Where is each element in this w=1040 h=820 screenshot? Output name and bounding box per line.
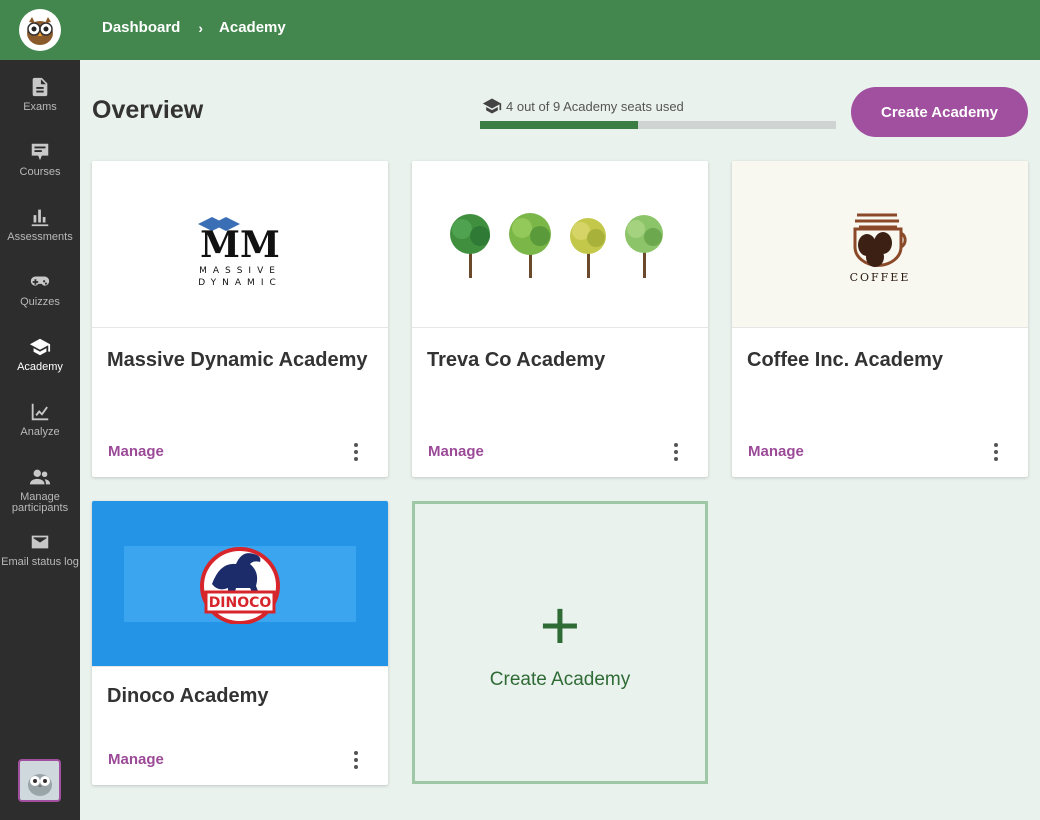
svg-text:COFFEE: COFFEE bbox=[850, 271, 911, 284]
massive-dynamic-logo: MM MASSIVE DYNAMIC bbox=[92, 161, 388, 328]
owl-avatar-icon bbox=[27, 773, 52, 796]
seats-progress-bar bbox=[480, 121, 836, 129]
create-academy-label: Create Academy bbox=[489, 668, 631, 690]
more-vert-icon[interactable] bbox=[348, 443, 364, 461]
academy-card-massive-dynamic: MM MASSIVE DYNAMIC Massive Dynamic Acade… bbox=[92, 161, 388, 477]
svg-text:MM: MM bbox=[200, 224, 280, 266]
sidebar-item-label: Quizzes bbox=[20, 296, 60, 308]
sidebar-item-email-status-log[interactable]: Email status log bbox=[0, 523, 80, 588]
sidebar-item-label: Assessments bbox=[7, 231, 73, 243]
sidebar-item-label: Academy bbox=[17, 361, 63, 373]
sidebar-nav: Exams Courses Assessments Quizzes Academ… bbox=[0, 68, 80, 588]
breadcrumb-academy: Academy bbox=[219, 19, 286, 36]
page-title: Overview bbox=[92, 96, 204, 124]
sidebar-item-label: Manage participants bbox=[11, 491, 69, 514]
app-logo[interactable] bbox=[0, 0, 80, 60]
certificate-icon bbox=[31, 143, 49, 161]
dinoco-logo: DINOCO bbox=[92, 501, 388, 667]
create-academy-button[interactable]: Create Academy bbox=[851, 87, 1028, 137]
document-icon bbox=[32, 77, 48, 97]
seats-text: 4 out of 9 Academy seats used bbox=[506, 98, 684, 114]
seats-progress-fill bbox=[480, 121, 639, 129]
create-academy-card[interactable]: + Create Academy bbox=[412, 501, 708, 784]
graduation-cap-icon bbox=[29, 338, 51, 356]
chevron-right-icon: › bbox=[198, 19, 204, 36]
owl-logo-icon bbox=[19, 9, 61, 51]
gamepad-icon bbox=[30, 276, 50, 286]
envelope-icon bbox=[31, 535, 49, 549]
sidebar-item-quizzes[interactable]: Quizzes bbox=[0, 263, 80, 328]
sidebar-item-label: Exams bbox=[23, 101, 57, 113]
coffee-logo: COFFEE bbox=[732, 161, 1028, 328]
more-vert-icon[interactable] bbox=[988, 443, 1004, 461]
svg-text:DINOCO: DINOCO bbox=[209, 595, 272, 611]
sidebar-item-label: Email status log bbox=[1, 556, 79, 568]
sidebar-item-analyze[interactable]: Analyze bbox=[0, 393, 80, 458]
user-avatar[interactable] bbox=[18, 759, 61, 802]
more-vert-icon[interactable] bbox=[668, 443, 684, 461]
academy-card-dinoco: DINOCO Dinoco Academy Manage bbox=[92, 501, 388, 785]
line-chart-icon bbox=[31, 403, 49, 421]
treva-co-trees-image bbox=[412, 161, 708, 328]
plus-icon: + bbox=[539, 585, 581, 664]
academy-title: Massive Dynamic Academy bbox=[107, 349, 368, 371]
svg-text:DYNAMIC: DYNAMIC bbox=[198, 278, 282, 288]
academy-title: Coffee Inc. Academy bbox=[747, 349, 943, 371]
breadcrumb: Dashboard › Academy bbox=[102, 19, 286, 36]
people-icon bbox=[29, 469, 51, 485]
seats-usage: 4 out of 9 Academy seats used bbox=[480, 96, 836, 129]
manage-link[interactable]: Manage bbox=[748, 443, 804, 460]
sidebar-item-exams[interactable]: Exams bbox=[0, 68, 80, 133]
academy-card-coffee-inc: COFFEE Coffee Inc. Academy Manage bbox=[732, 161, 1028, 477]
sidebar-item-courses[interactable]: Courses bbox=[0, 133, 80, 198]
breadcrumb-dashboard[interactable]: Dashboard bbox=[102, 19, 180, 36]
sidebar-item-manage-participants[interactable]: Manage participants bbox=[0, 458, 80, 523]
graduation-cap-icon bbox=[482, 98, 502, 114]
more-vert-icon[interactable] bbox=[348, 751, 364, 769]
svg-text:MASSIVE: MASSIVE bbox=[199, 266, 281, 276]
manage-link[interactable]: Manage bbox=[108, 443, 164, 460]
sidebar-item-academy[interactable]: Academy bbox=[0, 328, 80, 393]
academy-title: Dinoco Academy bbox=[107, 685, 269, 707]
manage-link[interactable]: Manage bbox=[428, 443, 484, 460]
manage-link[interactable]: Manage bbox=[108, 751, 164, 768]
academy-title: Treva Co Academy bbox=[427, 349, 606, 371]
sidebar-item-label: Analyze bbox=[20, 426, 60, 438]
academy-card-treva-co: Treva Co Academy Manage bbox=[412, 161, 708, 477]
bar-chart-icon bbox=[31, 209, 49, 227]
sidebar-item-assessments[interactable]: Assessments bbox=[0, 198, 80, 263]
sidebar-item-label: Courses bbox=[19, 166, 61, 178]
